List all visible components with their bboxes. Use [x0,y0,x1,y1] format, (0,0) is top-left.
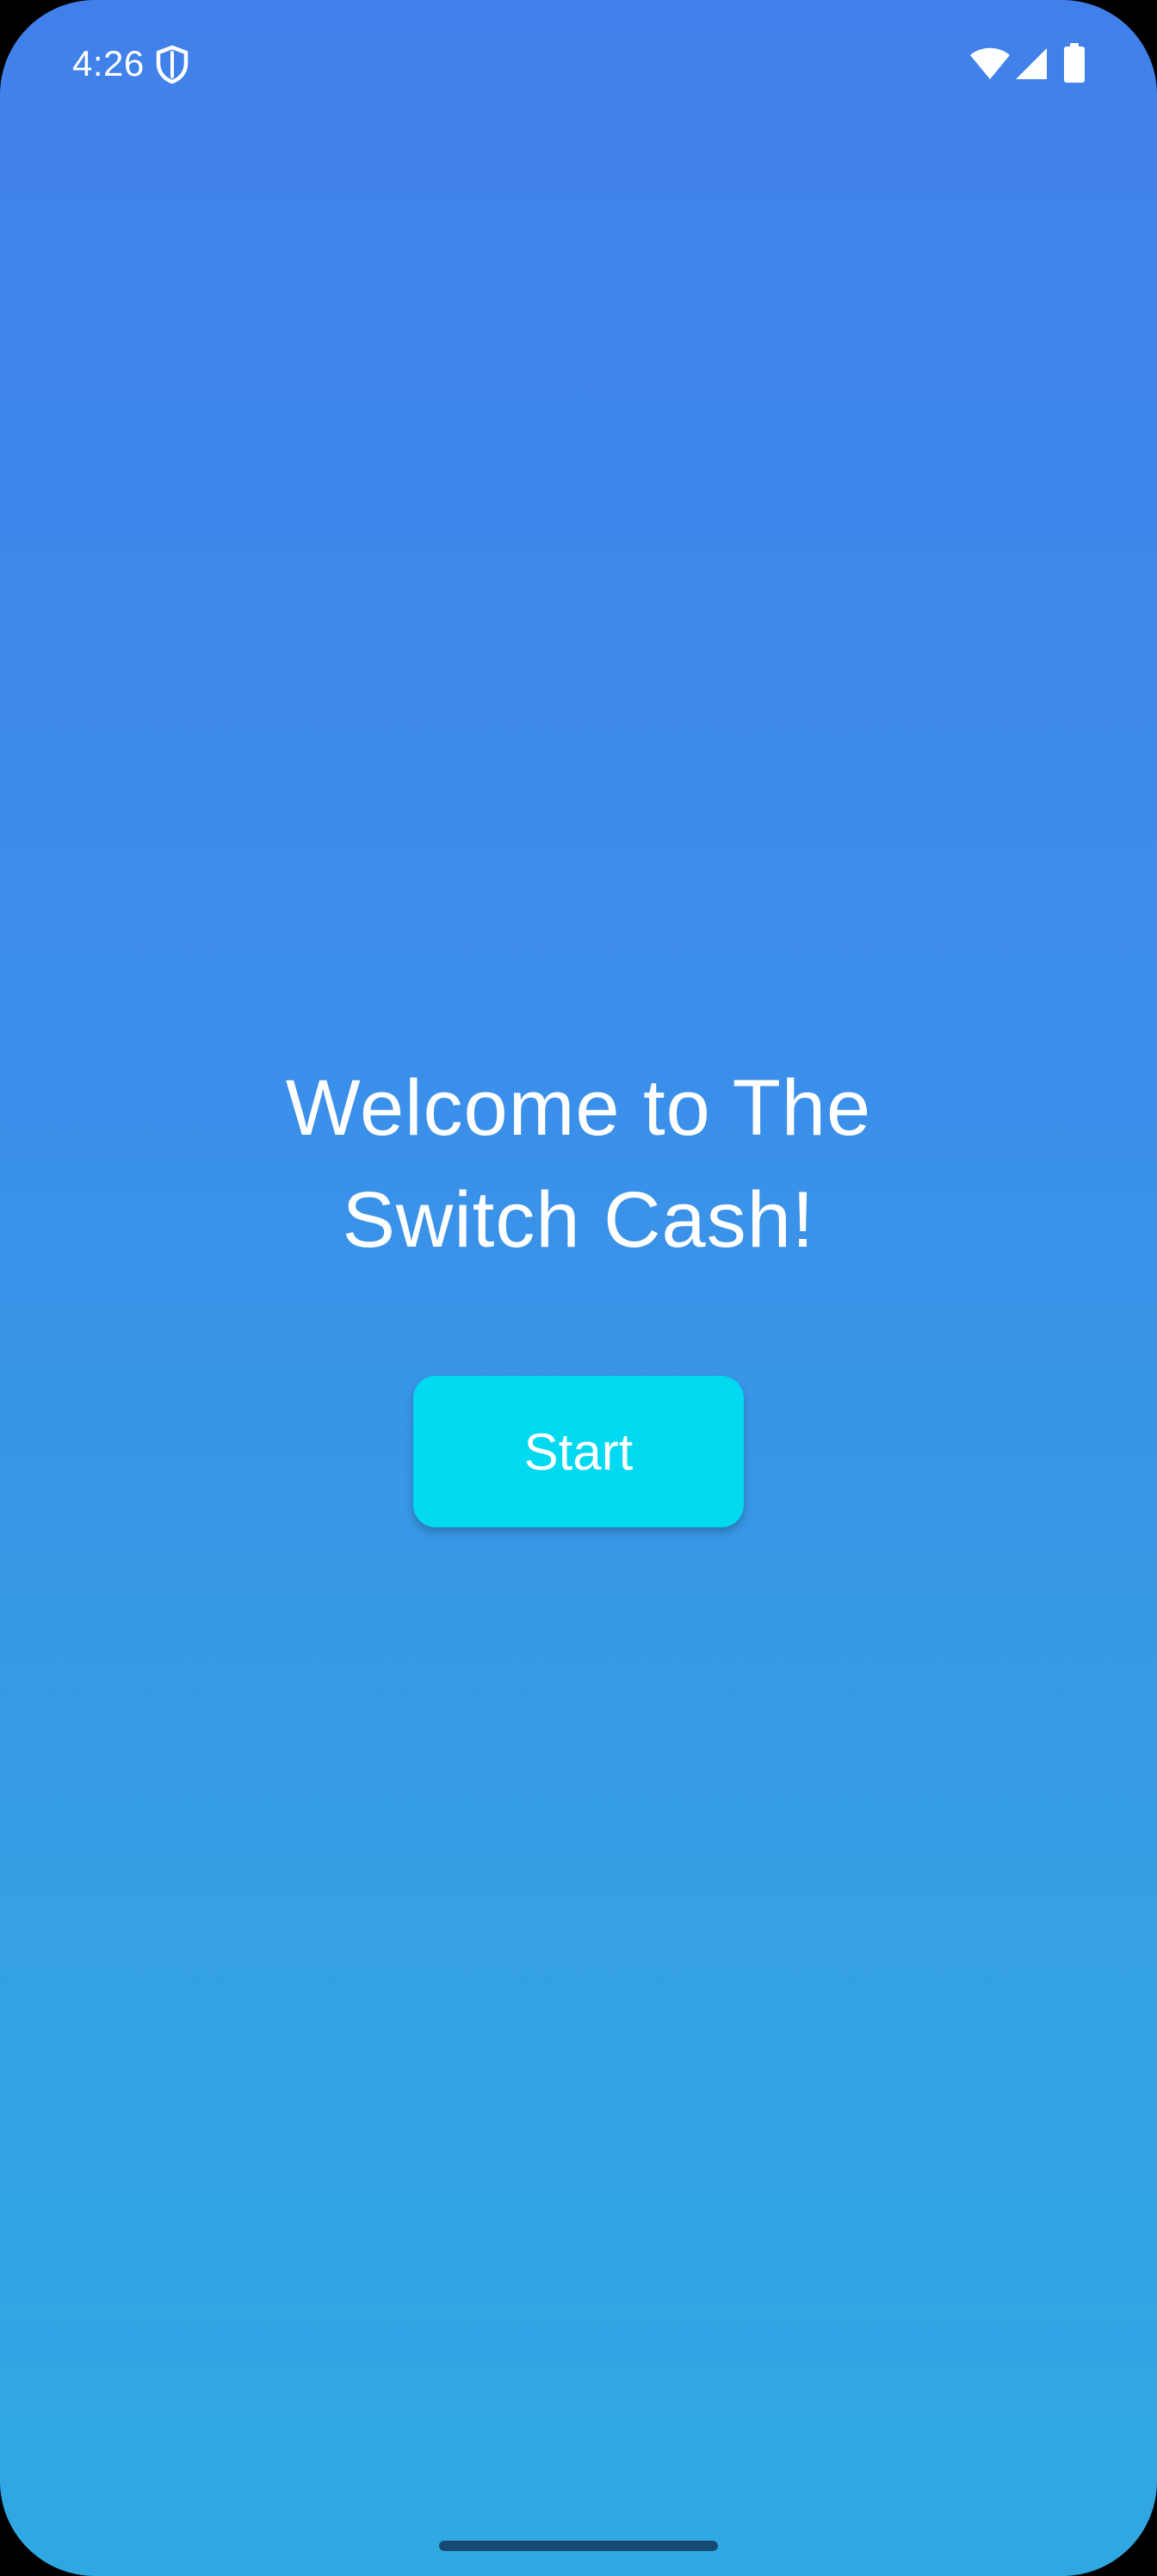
status-time: 4:26 [72,43,145,84]
wifi-icon [970,47,1010,79]
home-indicator[interactable] [439,2541,718,2551]
welcome-title-line1: Welcome to The [285,1064,872,1152]
signal-icon [1016,48,1047,79]
battery-icon [1064,43,1085,83]
welcome-title-line2: Switch Cash! [342,1176,815,1264]
app-screen: 4:26 Welcome to The Switch Cash! Start [0,0,1157,2576]
welcome-title: Welcome to The Switch Cash! [0,1052,1157,1276]
status-bar: 4:26 [0,0,1157,129]
shield-icon [156,45,189,84]
start-button[interactable]: Start [413,1376,744,1527]
